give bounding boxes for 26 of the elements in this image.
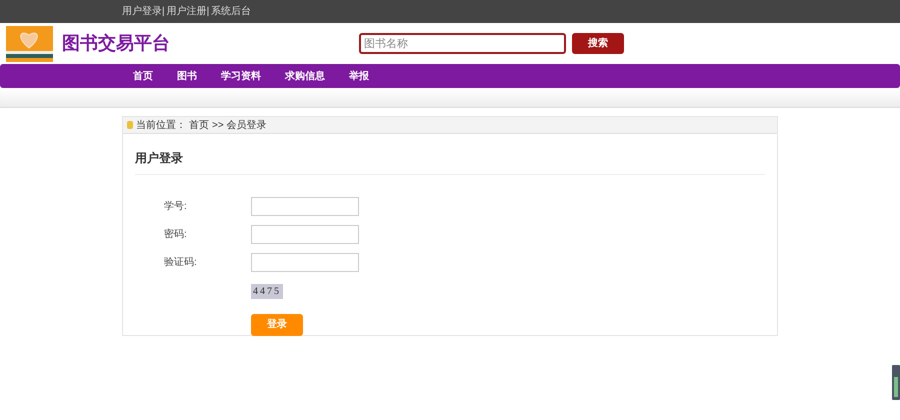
top-link[interactable]: 用户注册|	[166, 4, 210, 19]
search-field[interactable]: 图书名称	[359, 33, 566, 54]
login-title: 用户登录	[135, 151, 183, 165]
top-link[interactable]: 用户登录|	[122, 4, 165, 19]
nav-link[interactable]: 求购信息	[285, 68, 325, 84]
top-link[interactable]: 系统后台	[211, 4, 252, 19]
breadcrumb-label: 当前位置：	[136, 118, 186, 132]
search-button[interactable]: 搜索	[572, 33, 624, 54]
field-label: 验证码:	[163, 256, 198, 270]
location-icon	[127, 121, 133, 129]
input-field[interactable]	[251, 225, 359, 244]
nav-link[interactable]: 首页	[133, 68, 153, 84]
captcha-image: 4475	[251, 284, 283, 299]
input-field[interactable]	[251, 197, 359, 216]
nav-link[interactable]: 学习资料	[221, 68, 261, 84]
field-label: 密码:	[163, 228, 188, 242]
breadcrumb-item[interactable]: 首页	[189, 118, 209, 132]
nav-link[interactable]: 图书	[177, 68, 197, 84]
side-widget-drawing	[892, 365, 900, 400]
field-label: 学号:	[163, 200, 188, 214]
breadcrumb-item: >>	[212, 118, 224, 132]
site-title: 图书交易平台	[62, 32, 170, 55]
input-field[interactable]	[251, 253, 359, 272]
breadcrumb-item[interactable]: 会员登录	[226, 118, 267, 132]
book-heart-logo-icon	[6, 26, 53, 62]
nav-link[interactable]: 举报	[349, 68, 369, 84]
